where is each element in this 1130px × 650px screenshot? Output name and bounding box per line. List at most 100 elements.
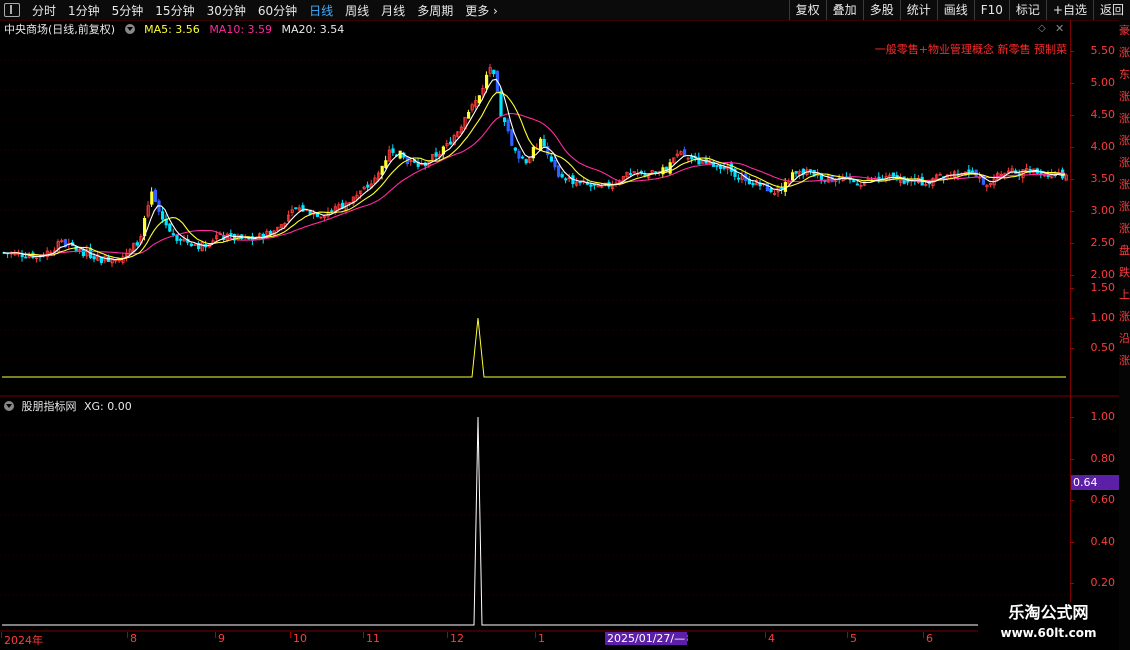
- price-tick-mark: [1070, 275, 1074, 276]
- indicator-tick-mark: [1070, 500, 1074, 502]
- candle-body: [629, 173, 633, 175]
- main-legend: 中央商场(日线,前复权) MA5: 3.56 MA10: 3.59 MA20: …: [4, 21, 350, 37]
- price-tick-label: 1.50: [1090, 281, 1116, 294]
- price-tick-5: 3.00: [1071, 204, 1119, 218]
- price-tick-mark: [1070, 147, 1074, 149]
- concept-label[interactable]: 一般零售+物业管理概念 新零售 预制菜: [875, 41, 1067, 57]
- date-label-10: 6: [926, 632, 933, 645]
- price-tick-0: 5.50: [1071, 44, 1119, 58]
- price-tick-9: 1.00: [1071, 311, 1119, 325]
- candle-body: [510, 129, 514, 146]
- candle-body: [499, 90, 503, 117]
- kline-chart[interactable]: [0, 0, 1130, 650]
- date-tick: [847, 632, 848, 638]
- candle-body: [765, 182, 770, 192]
- price-tick-mark: [1070, 211, 1074, 213]
- candle-body: [517, 150, 521, 159]
- price-tick-8: 1.50: [1071, 281, 1119, 295]
- stock-title[interactable]: 中央商场(日线,前复权): [4, 23, 115, 36]
- price-tick-label: 3.00: [1090, 204, 1116, 218]
- candle-body: [391, 148, 395, 153]
- date-label-4: 11: [366, 632, 380, 645]
- price-tick-mark: [1070, 115, 1074, 117]
- candle-body: [971, 170, 975, 173]
- price-tick-mark: [1070, 51, 1074, 53]
- candle-body: [178, 238, 183, 241]
- candle-body: [189, 243, 193, 247]
- ma5-line: [2, 78, 1066, 261]
- price-tick-label: 2.50: [1090, 236, 1116, 250]
- candle-body: [791, 172, 795, 181]
- candle-body: [521, 156, 525, 159]
- candle-body: [780, 187, 784, 190]
- candle-body: [769, 188, 773, 193]
- candle-body: [560, 174, 564, 178]
- candle-body: [722, 166, 726, 169]
- dropdown-icon[interactable]: [4, 401, 14, 411]
- candle-body: [578, 181, 582, 184]
- candle-body: [683, 149, 687, 157]
- indicator-tick-mark: [1070, 541, 1074, 543]
- date-label-9: 5: [850, 632, 857, 645]
- candle-body: [24, 256, 28, 259]
- watermark-url: www.60lt.com: [1000, 626, 1097, 640]
- candle-body: [484, 74, 489, 89]
- close-icon[interactable]: ✕: [1055, 22, 1064, 35]
- indicator-tick-4: 0.20: [1071, 576, 1119, 590]
- candle-body: [330, 210, 334, 213]
- indicator-tick-2: 0.60: [1071, 493, 1119, 507]
- indicator-tick-0: 1.00: [1071, 410, 1119, 424]
- crosshair-date-badge: 2025/01/27/—: [605, 632, 688, 645]
- candle-body: [150, 191, 154, 205]
- candle-body: [737, 177, 741, 180]
- candle-body: [398, 150, 402, 159]
- indicator-tick-1: 0.80: [1071, 452, 1119, 466]
- date-tick: [127, 632, 128, 638]
- candle-body: [553, 159, 557, 168]
- price-tick-label: 5.00: [1090, 76, 1116, 90]
- candle-body: [751, 182, 755, 186]
- watermark-title: 乐淘公式网: [1008, 603, 1089, 622]
- date-label-1: 8: [130, 632, 137, 645]
- date-axis: 2024年8910111213456: [0, 632, 1070, 650]
- date-tick: [535, 632, 536, 638]
- ma10-line: [2, 92, 1066, 260]
- price-tick-7: 2.00: [1071, 268, 1119, 282]
- date-label-5: 12: [450, 632, 464, 645]
- indicator-tick-mark: [1070, 583, 1074, 585]
- candle-body: [229, 233, 233, 236]
- date-label-8: 4: [768, 632, 775, 645]
- price-tick-label: 4.50: [1090, 108, 1116, 122]
- price-tick-mark: [1070, 318, 1074, 319]
- price-tick-label: 2.00: [1090, 268, 1116, 281]
- price-tick-mark: [1070, 83, 1074, 85]
- candle-body: [153, 189, 157, 203]
- dropdown-icon[interactable]: [124, 24, 135, 34]
- candle-body: [434, 152, 438, 157]
- side-info-strip[interactable]: 豪涨东涨涨涨涨涨涨涨盘跌上涨沿涨: [1119, 20, 1130, 650]
- price-tick-label: 1.00: [1090, 311, 1116, 324]
- candle-body: [135, 242, 139, 246]
- candle-body: [891, 172, 896, 177]
- indicator-tick-3: 0.40: [1071, 535, 1119, 549]
- candle-body: [175, 234, 179, 241]
- date-label-0: 2024年: [4, 634, 43, 647]
- candle-body: [855, 183, 860, 186]
- candle-body: [549, 156, 554, 162]
- candle-body: [92, 256, 96, 260]
- diamond-icon[interactable]: ◇: [1038, 23, 1046, 34]
- indicator-name[interactable]: 股朋指标网: [22, 400, 77, 413]
- indicator-tick-label: 1.00: [1090, 410, 1116, 423]
- candle-body: [809, 169, 813, 172]
- price-tick-label: 3.50: [1090, 172, 1116, 186]
- candle-body: [294, 207, 298, 210]
- date-tick: [215, 632, 216, 638]
- price-tick-mark: [1070, 243, 1074, 245]
- indicator-tick-label: 0.80: [1090, 451, 1116, 465]
- candle-body: [477, 95, 482, 104]
- candle-body: [542, 139, 546, 147]
- indicator-tick-mark: [1070, 417, 1074, 418]
- ma20-label: MA20: 3.54: [281, 23, 345, 36]
- candle-body: [906, 180, 910, 183]
- indicator-tick-label: 0.40: [1090, 534, 1116, 548]
